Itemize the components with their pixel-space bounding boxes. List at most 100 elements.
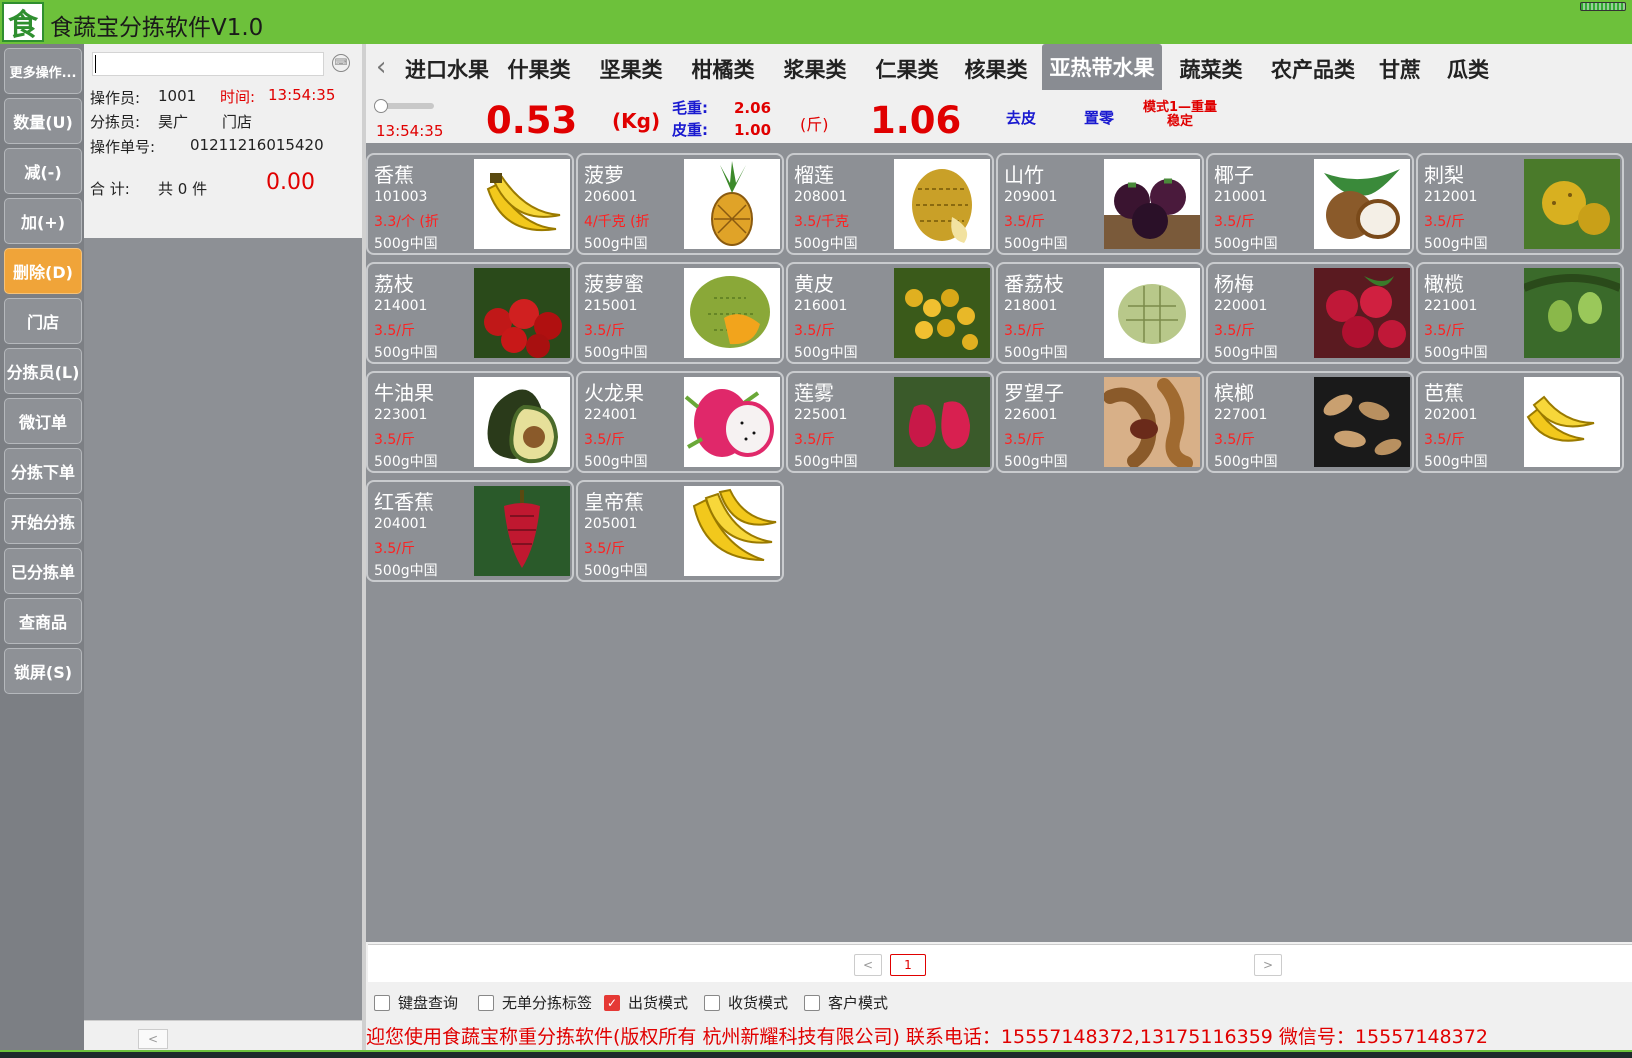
option-2[interactable]: ✓ 出货模式 (604, 992, 688, 1013)
category-tab-5[interactable]: 仁果类 (864, 44, 950, 93)
weight-kg-unit: (Kg) (612, 109, 661, 133)
sugar-apple-icon (1104, 268, 1200, 358)
product-card[interactable]: 莲雾 225001 3.5/斤 500g中国 (786, 371, 994, 473)
product-code: 214001 (374, 298, 428, 314)
zero-button[interactable]: 置零 (1084, 107, 1114, 128)
peel-button[interactable]: 去皮 (1006, 107, 1036, 128)
sidebar-button-11[interactable]: 查商品 (4, 598, 82, 644)
product-card[interactable]: 香蕉 101003 3.3/个 (折 500g中国 (366, 153, 574, 255)
category-tab-0[interactable]: 进口水果 (404, 44, 490, 93)
category-tab-1[interactable]: 什果类 (496, 44, 582, 93)
weight-slider-handle[interactable] (374, 99, 388, 113)
order-list-scrollbar[interactable]: < (84, 1020, 362, 1050)
product-spec: 500g中国 (374, 236, 438, 252)
product-card[interactable]: 芭蕉 202001 3.5/斤 500g中国 (1416, 371, 1624, 473)
product-card[interactable]: 皇帝蕉 205001 3.5/斤 500g中国 (576, 480, 784, 582)
sidebar-button-5[interactable]: 门店 (4, 298, 82, 344)
product-spec: 500g中国 (374, 345, 438, 361)
product-card[interactable]: 榴莲 208001 3.5/千克 500g中国 (786, 153, 994, 255)
product-spec: 500g中国 (794, 236, 858, 252)
category-tab-2[interactable]: 坚果类 (588, 44, 674, 93)
tamarind-icon (1104, 377, 1200, 467)
product-spec: 500g中国 (1004, 236, 1068, 252)
product-spec: 500g中国 (374, 454, 438, 470)
product-code: 225001 (794, 407, 848, 423)
sidebar-button-4[interactable]: 删除(D) (4, 248, 82, 294)
keyboard-icon[interactable]: ⌨ (332, 54, 350, 72)
product-name: 菠萝 (584, 163, 624, 187)
option-label: 收货模式 (728, 994, 789, 1012)
sidebar-button-9[interactable]: 开始分拣 (4, 498, 82, 544)
category-tab-11[interactable]: 瓜类 (1438, 44, 1498, 93)
page-next-button[interactable]: > (1254, 954, 1282, 976)
sidebar-button-8[interactable]: 分拣下单 (4, 448, 82, 494)
product-name: 火龙果 (584, 381, 644, 405)
sidebar-button-1[interactable]: 数量(U) (4, 98, 82, 144)
battery-icon (1580, 2, 1626, 11)
product-card[interactable]: 红香蕉 204001 3.5/斤 500g中国 (366, 480, 574, 582)
option-checkbox[interactable] (374, 994, 390, 1011)
app-title: 食蔬宝分拣软件V1.0 (50, 15, 264, 41)
product-name: 菠萝蜜 (584, 272, 644, 296)
category-prev-icon[interactable]: ‹ (376, 52, 386, 82)
product-card[interactable]: 椰子 210001 3.5/斤 500g中国 (1206, 153, 1414, 255)
product-card[interactable]: 橄榄 221001 3.5/斤 500g中国 (1416, 262, 1624, 364)
weight-mode-button[interactable]: 模式1—重量稳定 (1142, 101, 1218, 129)
option-checkbox[interactable] (478, 994, 494, 1011)
product-spec: 500g中国 (1424, 345, 1488, 361)
option-1[interactable]: 无单分拣标签 (478, 992, 592, 1013)
product-spec: 500g中国 (1214, 345, 1278, 361)
sidebar-button-10[interactable]: 已分拣单 (4, 548, 82, 594)
product-name: 榴莲 (794, 163, 834, 187)
product-card[interactable]: 刺梨 212001 3.5/斤 500g中国 (1416, 153, 1624, 255)
sidebar-button-0[interactable]: 更多操作... (4, 48, 82, 94)
option-3[interactable]: 收货模式 (704, 992, 788, 1013)
category-tab-6[interactable]: 核果类 (956, 44, 1036, 93)
sidebar-button-6[interactable]: 分拣员(L) (4, 348, 82, 394)
product-card[interactable]: 黄皮 216001 3.5/斤 500g中国 (786, 262, 994, 364)
product-card[interactable]: 菠萝蜜 215001 3.5/斤 500g中国 (576, 262, 784, 364)
sidebar-button-3[interactable]: 加(+) (4, 198, 82, 244)
page-prev-button[interactable]: < (854, 954, 882, 976)
product-card[interactable]: 牛油果 223001 3.5/斤 500g中国 (366, 371, 574, 473)
search-input[interactable] (92, 52, 324, 76)
option-checkbox[interactable] (804, 994, 820, 1011)
app-logo-icon: 食 (2, 2, 44, 43)
category-tab-3[interactable]: 柑橘类 (680, 44, 766, 93)
scroll-left-button[interactable]: < (138, 1029, 168, 1049)
option-0[interactable]: 键盘查询 (374, 992, 458, 1013)
product-card[interactable]: 菠萝 206001 4/千克 (折 500g中国 (576, 153, 784, 255)
product-price: 3.5/斤 (1004, 323, 1045, 339)
product-grid: 香蕉 101003 3.3/个 (折 500g中国 菠萝 206001 4/千克 (折 500… (366, 143, 1632, 942)
wampee-icon (894, 268, 990, 358)
product-card[interactable]: 荔枝 214001 3.5/斤 500g中国 (366, 262, 574, 364)
product-spec: 500g中国 (1424, 454, 1488, 470)
product-card[interactable]: 番荔枝 218001 3.5/斤 500g中国 (996, 262, 1204, 364)
product-card[interactable]: 罗望子 226001 3.5/斤 500g中国 (996, 371, 1204, 473)
sidebar-button-7[interactable]: 微订单 (4, 398, 82, 444)
product-card[interactable]: 杨梅 220001 3.5/斤 500g中国 (1206, 262, 1414, 364)
product-code: 221001 (1424, 298, 1478, 314)
product-card[interactable]: 火龙果 224001 3.5/斤 500g中国 (576, 371, 784, 473)
product-code: 220001 (1214, 298, 1268, 314)
product-card[interactable]: 槟榔 227001 3.5/斤 500g中国 (1206, 371, 1414, 473)
category-tab-8[interactable]: 蔬菜类 (1166, 44, 1256, 93)
category-tab-10[interactable]: 甘蔗 (1370, 44, 1430, 93)
avocado-icon (474, 377, 570, 467)
marquee-text: 迎您使用食蔬宝称重分拣软件(版权所有 杭州新耀科技有限公司) 联系电话：1555… (366, 1020, 1632, 1050)
option-label: 客户模式 (828, 994, 889, 1012)
product-spec: 500g中国 (1214, 236, 1278, 252)
order-items-list[interactable] (84, 238, 362, 1020)
category-tab-4[interactable]: 浆果类 (772, 44, 858, 93)
category-tab-7[interactable]: 亚热带水果 (1042, 44, 1162, 90)
sidebar-button-2[interactable]: 减(-) (4, 148, 82, 194)
page-current-button[interactable]: 1 (890, 954, 926, 976)
option-checkbox[interactable] (704, 994, 720, 1011)
category-tab-9[interactable]: 农产品类 (1262, 44, 1364, 93)
option-checkbox[interactable]: ✓ (604, 994, 620, 1011)
product-spec: 500g中国 (584, 236, 648, 252)
sidebar-button-12[interactable]: 锁屏(S) (4, 648, 82, 694)
option-4[interactable]: 客户模式 (804, 992, 888, 1013)
operator-id: 1001 (158, 87, 197, 105)
product-card[interactable]: 山竹 209001 3.5/斤 500g中国 (996, 153, 1204, 255)
